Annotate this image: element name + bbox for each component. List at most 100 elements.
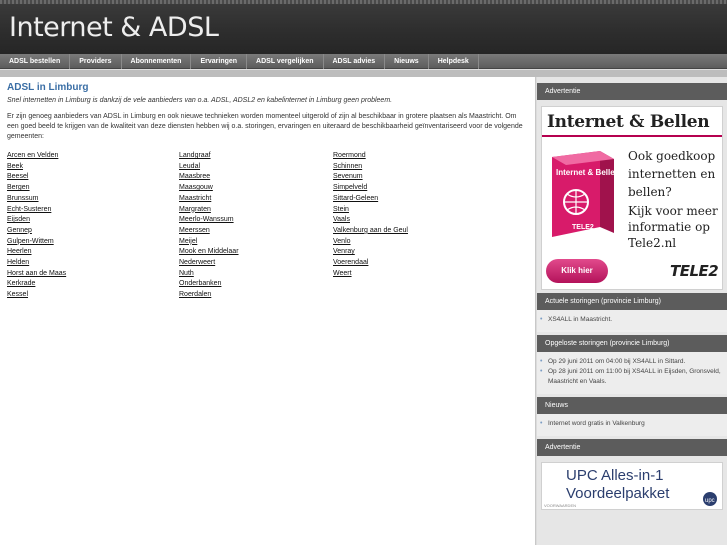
product-box-image: Internet & Bellen TELE2: [552, 151, 618, 237]
item-suffix: in Maastricht.: [571, 316, 613, 323]
sidebar-heading-ad: Advertentie: [537, 83, 727, 100]
upc-conditions[interactable]: VOORWAARDEN: [544, 503, 576, 508]
municipality-link-margraten[interactable]: Margraten: [179, 205, 333, 216]
municipality-link-sevenum[interactable]: Sevenum: [333, 172, 513, 183]
upc-advertisement[interactable]: UPC Alles-in-1 Voordeelpakket upc VOORWA…: [541, 462, 723, 510]
municipality-link-horst-aan-de-maas[interactable]: Horst aan de Maas: [7, 269, 179, 280]
municipality-link-meijel[interactable]: Meijel: [179, 237, 333, 248]
municipality-link-eijsden[interactable]: Eijsden: [7, 215, 179, 226]
municipality-link-valkenburg-aan-de-geul[interactable]: Valkenburg aan de Geul: [333, 226, 513, 237]
bullet-icon: •: [540, 368, 543, 375]
municipality-link-gulpen-wittem[interactable]: Gulpen-Wittem: [7, 237, 179, 248]
upc-logo-icon: upc: [703, 492, 717, 506]
municipality-link-leudal[interactable]: Leudal: [179, 162, 333, 173]
tele2-advertisement[interactable]: Internet & Bellen Internet & Bellen TELE…: [541, 106, 723, 290]
municipality-link-onderbanken[interactable]: Onderbanken: [179, 279, 333, 290]
item-link[interactable]: XS4ALL: [632, 368, 656, 375]
sidebar-list-item: • XS4ALL in Maastricht.: [537, 315, 727, 325]
municipality-column-2: Landgraaf Leudal Maasbree Maasgouw Maastrich…: [179, 151, 333, 301]
sidebar-heading-ad-2: Advertentie: [537, 439, 727, 456]
municipality-link-sittard-geleen[interactable]: Sittard-Geleen: [333, 194, 513, 205]
municipality-link-venray[interactable]: Venray: [333, 247, 513, 258]
opgelost-list: • Op 29 juni 2011 om 04:00 bij XS4ALL in …: [537, 352, 727, 394]
municipality-column-3: Roermond Schinnen Sevenum Simpelveld Sittard…: [333, 151, 513, 301]
tele2-logo: TELE2: [670, 262, 719, 280]
klik-hier-button[interactable]: Klik hier: [546, 259, 608, 283]
page-title: ADSL in Limburg: [7, 82, 89, 93]
nav-item-ervaringen[interactable]: Ervaringen: [191, 54, 248, 69]
municipality-link-voerendaal[interactable]: Voerendaal: [333, 258, 513, 269]
sidebar-list-item: • Op 28 juni 2011 om 11:00 bij XS4ALL in …: [537, 367, 727, 387]
bullet-icon: •: [540, 358, 543, 365]
sidebar-heading-storingen: Actuele storingen (provincie Limburg): [537, 293, 727, 310]
storingen-list: • XS4ALL in Maastricht.: [537, 310, 727, 332]
item-link[interactable]: Internet: [548, 420, 570, 427]
item-suffix: in Sittard.: [656, 358, 686, 365]
sub-bar: [0, 70, 727, 77]
municipality-link-bergen[interactable]: Bergen: [7, 183, 179, 194]
sidebar-list-item: • Internet word gratis in Valkenburg: [537, 419, 727, 429]
item-link[interactable]: XS4ALL: [548, 316, 572, 323]
municipality-link-helden[interactable]: Helden: [7, 258, 179, 269]
municipality-link-maastricht[interactable]: Maastricht: [179, 194, 333, 205]
municipality-link-meerlo-wanssum[interactable]: Meerlo-Wanssum: [179, 215, 333, 226]
nav-item-abonnementen[interactable]: Abonnementen: [122, 54, 192, 69]
ad-header: Internet & Bellen: [542, 107, 722, 137]
nieuws-list: • Internet word gratis in Valkenburg: [537, 414, 727, 436]
nav-item-adsl-bestellen[interactable]: ADSL bestellen: [0, 54, 71, 69]
municipality-link-beesel[interactable]: Beesel: [7, 172, 179, 183]
body-text: Er zijn genoeg aanbieders van ADSL in Li…: [7, 113, 523, 140]
sidebar: Advertentie Internet & Bellen Internet &…: [537, 77, 727, 545]
municipality-link-gennep[interactable]: Gennep: [7, 226, 179, 237]
header-stripe: [0, 0, 727, 4]
ad-title: Internet & Bellen: [547, 112, 710, 132]
ad-line-1: Ook goedkoop internetten en bellen?: [628, 149, 716, 199]
site-title[interactable]: Internet & ADSL: [9, 12, 219, 43]
item-prefix: Op 28 juni 2011 om 11:00 bij: [548, 368, 632, 375]
box-brand: TELE2: [572, 224, 594, 231]
municipality-link-stein[interactable]: Stein: [333, 205, 513, 216]
municipality-column-1: Arcen en Velden Beek Beesel Bergen Brunssum E…: [7, 151, 179, 301]
municipality-link-meerssen[interactable]: Meerssen: [179, 226, 333, 237]
upc-line-1: UPC Alles-in-1: [566, 467, 664, 484]
municipality-link-maasbree[interactable]: Maasbree: [179, 172, 333, 183]
bullet-icon: •: [540, 420, 543, 427]
nav-item-helpdesk[interactable]: Helpdesk: [429, 54, 479, 69]
svg-text:upc: upc: [705, 498, 715, 504]
site-header: Internet & ADSL: [0, 0, 727, 54]
municipality-link-nuth[interactable]: Nuth: [179, 269, 333, 280]
upc-line-2: Voordeelpakket: [566, 485, 670, 502]
item-link[interactable]: XS4ALL: [632, 358, 656, 365]
municipality-link-heerlen[interactable]: Heerlen: [7, 247, 179, 258]
municipality-link-roerdalen[interactable]: Roerdalen: [179, 290, 333, 301]
nav-item-providers[interactable]: Providers: [70, 54, 122, 69]
municipality-list: Arcen en Velden Beek Beesel Bergen Brunssum E…: [7, 151, 528, 301]
municipality-link-landgraaf[interactable]: Landgraaf: [179, 151, 333, 162]
municipality-link-weert[interactable]: Weert: [333, 269, 513, 280]
municipality-link-venlo[interactable]: Venlo: [333, 237, 513, 248]
municipality-link-simpelveld[interactable]: Simpelveld: [333, 183, 513, 194]
municipality-link-maasgouw[interactable]: Maasgouw: [179, 183, 333, 194]
municipality-link-mook-en-middelaar[interactable]: Mook en Middelaar: [179, 247, 333, 258]
intro-text: Snel internetten in Limburg is dankzij d…: [7, 97, 393, 104]
municipality-link-kerkrade[interactable]: Kerkrade: [7, 279, 179, 290]
municipality-link-kessel[interactable]: Kessel: [7, 290, 179, 301]
municipality-link-brunssum[interactable]: Brunssum: [7, 194, 179, 205]
nav-item-adsl-advies[interactable]: ADSL advies: [324, 54, 386, 69]
municipality-link-echt-susteren[interactable]: Echt-Susteren: [7, 205, 179, 216]
nav-item-adsl-vergelijken[interactable]: ADSL vergelijken: [247, 54, 324, 69]
box-text: Internet & Bellen: [556, 168, 618, 177]
nav-item-nieuws[interactable]: Nieuws: [385, 54, 429, 69]
municipality-link-beek[interactable]: Beek: [7, 162, 179, 173]
municipality-link-vaals[interactable]: Vaals: [333, 215, 513, 226]
ad-line-2: Kijk voor meer informatie op Tele2.nl: [628, 204, 718, 250]
sidebar-heading-opgelost: Opgeloste storingen (provincie Limburg): [537, 335, 727, 352]
municipality-link-schinnen[interactable]: Schinnen: [333, 162, 513, 173]
main-content: ADSL in Limburg Snel internetten in Limb…: [0, 77, 536, 545]
municipality-link-roermond[interactable]: Roermond: [333, 151, 513, 162]
sidebar-heading-nieuws: Nieuws: [537, 397, 727, 414]
item-suffix: word gratis in Valkenburg: [570, 420, 645, 427]
municipality-link-nederweert[interactable]: Nederweert: [179, 258, 333, 269]
bullet-icon: •: [540, 316, 543, 323]
municipality-link-arcen-en-velden[interactable]: Arcen en Velden: [7, 151, 179, 162]
